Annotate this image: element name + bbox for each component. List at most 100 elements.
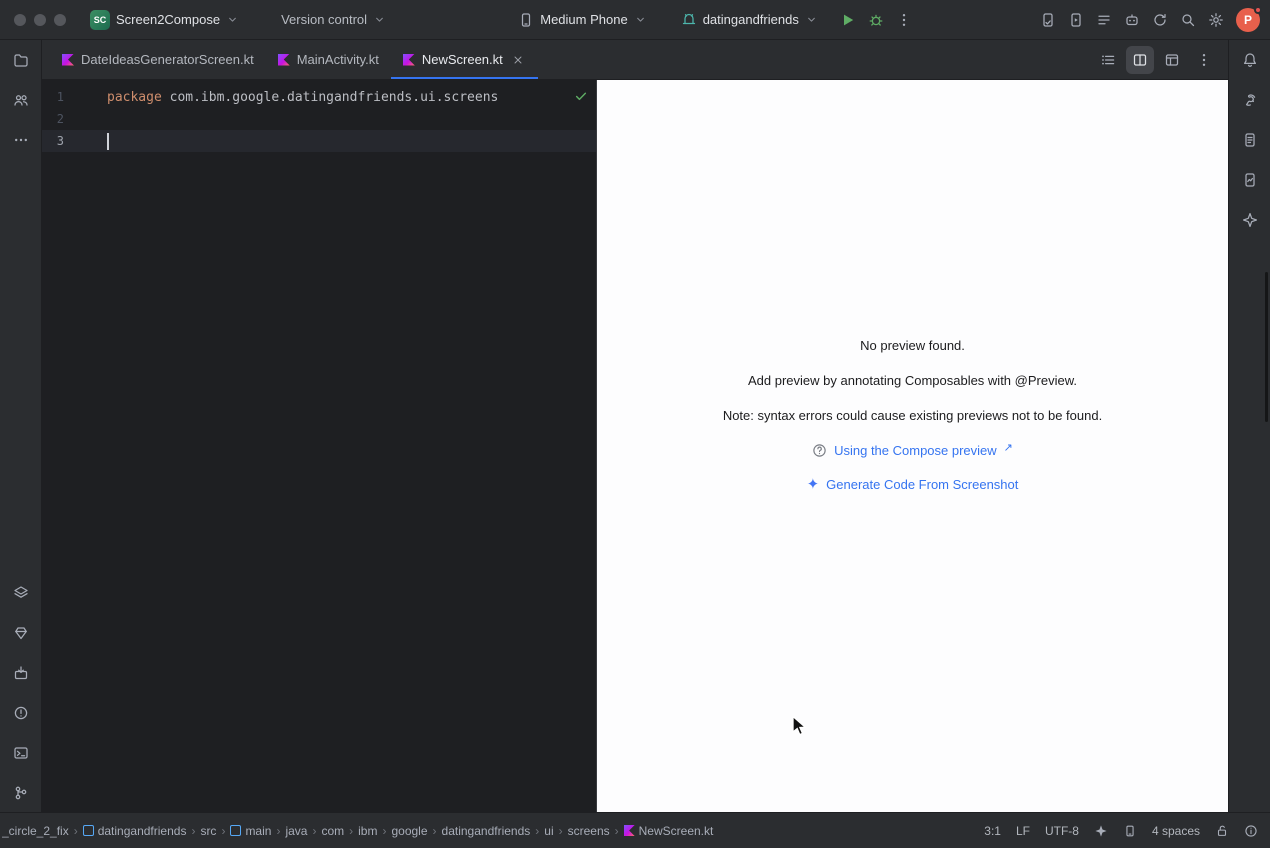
breadcrumb-separator: › — [615, 824, 619, 838]
run-button[interactable] — [834, 6, 862, 34]
tab-dateideasgeneratorscreen[interactable]: DateIdeasGeneratorScreen.kt — [50, 40, 266, 79]
breadcrumb-separator: › — [74, 824, 78, 838]
breadcrumb-item[interactable]: _circle_2_fix — [2, 824, 69, 838]
layers-icon — [13, 585, 29, 601]
terminal-icon — [13, 745, 29, 761]
run-configuration-selector[interactable]: datingandfriends — [673, 8, 826, 32]
breadcrumb-separator: › — [349, 824, 353, 838]
project-tool-button[interactable] — [7, 46, 35, 74]
source-root-icon — [230, 825, 241, 836]
device-explorer-tool-button[interactable] — [1236, 126, 1264, 154]
breadcrumb-separator: › — [433, 824, 437, 838]
device-monitor-tool-button[interactable] — [1236, 166, 1264, 194]
notifications-tool-button[interactable] — [1236, 46, 1264, 74]
tab-label: MainActivity.kt — [297, 52, 379, 67]
more-vertical-icon — [896, 12, 912, 28]
minimize-window-button[interactable] — [34, 14, 46, 26]
indent-widget[interactable]: 4 spaces — [1152, 824, 1200, 838]
breadcrumb-item[interactable]: src — [200, 824, 216, 838]
close-window-button[interactable] — [14, 14, 26, 26]
module-icon — [83, 825, 94, 836]
more-horizontal-icon — [13, 132, 29, 148]
breadcrumb-item[interactable]: ibm — [358, 824, 377, 838]
breadcrumb-item[interactable]: datingandfriends — [442, 824, 531, 838]
logcat-button[interactable] — [1090, 6, 1118, 34]
layout-inspector-tool-button[interactable] — [7, 579, 35, 607]
code-editor[interactable]: 1 package com.ibm.google.datingandfriend… — [42, 80, 596, 812]
inspections-ok-button[interactable] — [574, 89, 588, 103]
generate-code-link[interactable]: Generate Code From Screenshot — [826, 477, 1018, 492]
tab-mainactivity[interactable]: MainActivity.kt — [266, 40, 391, 79]
device-manager-icon — [1040, 12, 1056, 28]
breadcrumb-separator: › — [221, 824, 225, 838]
device-manager-button[interactable] — [1034, 6, 1062, 34]
gear-icon — [1208, 12, 1224, 28]
device-mirror-button[interactable] — [1123, 824, 1137, 838]
breadcrumb-item[interactable]: main — [230, 824, 271, 838]
encoding-widget[interactable]: UTF-8 — [1045, 824, 1079, 838]
tab-newscreen[interactable]: NewScreen.kt — [391, 40, 538, 79]
gemini-tool-button[interactable] — [1236, 206, 1264, 234]
cursor-position-widget[interactable]: 3:1 — [984, 824, 1001, 838]
status-info-button[interactable] — [1244, 824, 1258, 838]
close-icon — [512, 54, 524, 66]
version-control-tool-button[interactable] — [7, 779, 35, 807]
search-everywhere-button[interactable] — [1174, 6, 1202, 34]
sync-icon — [1152, 12, 1168, 28]
breadcrumb-item[interactable]: google — [391, 824, 427, 838]
kotlin-file-icon — [624, 825, 635, 836]
compose-preview-help-link[interactable]: Using the Compose preview — [834, 443, 997, 458]
project-selector[interactable]: SC Screen2Compose — [82, 6, 247, 34]
file-lock-button[interactable] — [1215, 824, 1229, 838]
breadcrumb-item[interactable]: java — [285, 824, 307, 838]
window-scrollbar[interactable] — [1265, 272, 1268, 422]
code-view-button[interactable] — [1094, 46, 1122, 74]
version-control-menu[interactable]: Version control — [273, 8, 394, 31]
project-icon: SC — [90, 10, 110, 30]
code-line[interactable]: 1 package com.ibm.google.datingandfriend… — [42, 86, 596, 108]
editor-options-button[interactable] — [1190, 46, 1218, 74]
design-view-button[interactable] — [1158, 46, 1186, 74]
code-line-active[interactable]: 3 — [42, 130, 596, 152]
code-line[interactable]: 2 — [42, 108, 596, 130]
terminal-tool-button[interactable] — [7, 739, 35, 767]
ai-assistant-icon — [1124, 12, 1140, 28]
gemini-status-button[interactable] — [1094, 824, 1108, 838]
tab-label: DateIdeasGeneratorScreen.kt — [81, 52, 254, 67]
resource-manager-tool-button[interactable] — [7, 619, 35, 647]
breadcrumb-separator: › — [535, 824, 539, 838]
split-view-button[interactable] — [1126, 46, 1154, 74]
pull-requests-tool-button[interactable] — [7, 86, 35, 114]
more-tool-windows-button[interactable] — [7, 126, 35, 154]
running-devices-button[interactable] — [1062, 6, 1090, 34]
run-config-name: datingandfriends — [703, 12, 799, 27]
breadcrumb-item[interactable]: ui — [544, 824, 553, 838]
breadcrumb-item[interactable]: com — [321, 824, 344, 838]
breadcrumb-item-file[interactable]: NewScreen.kt — [624, 824, 714, 838]
settings-button[interactable] — [1202, 6, 1230, 34]
breadcrumb-item[interactable]: screens — [568, 824, 610, 838]
more-vertical-icon — [1196, 52, 1212, 68]
generate-code-row: ✦ Generate Code From Screenshot — [597, 477, 1228, 492]
sync-project-button[interactable] — [1146, 6, 1174, 34]
code-text — [107, 133, 109, 150]
breadcrumb-separator: › — [312, 824, 316, 838]
breadcrumb-item[interactable]: datingandfriends — [83, 824, 187, 838]
app-inspection-tool-button[interactable] — [7, 659, 35, 687]
device-selector[interactable]: Medium Phone — [510, 8, 654, 32]
gem-icon — [13, 625, 29, 641]
gradle-tool-button[interactable] — [1236, 86, 1264, 114]
problems-tool-button[interactable] — [7, 699, 35, 727]
close-tab-button[interactable] — [510, 52, 526, 68]
text-caret — [107, 133, 109, 150]
debug-button[interactable] — [862, 6, 890, 34]
keyword: package — [107, 90, 162, 105]
device-cast-icon — [1123, 824, 1137, 838]
line-ending-widget[interactable]: LF — [1016, 824, 1030, 838]
kotlin-file-icon — [62, 54, 74, 66]
user-avatar[interactable]: P — [1236, 8, 1260, 32]
more-actions-button[interactable] — [890, 6, 918, 34]
ai-assistant-button[interactable] — [1118, 6, 1146, 34]
people-icon — [13, 92, 29, 108]
zoom-window-button[interactable] — [54, 14, 66, 26]
